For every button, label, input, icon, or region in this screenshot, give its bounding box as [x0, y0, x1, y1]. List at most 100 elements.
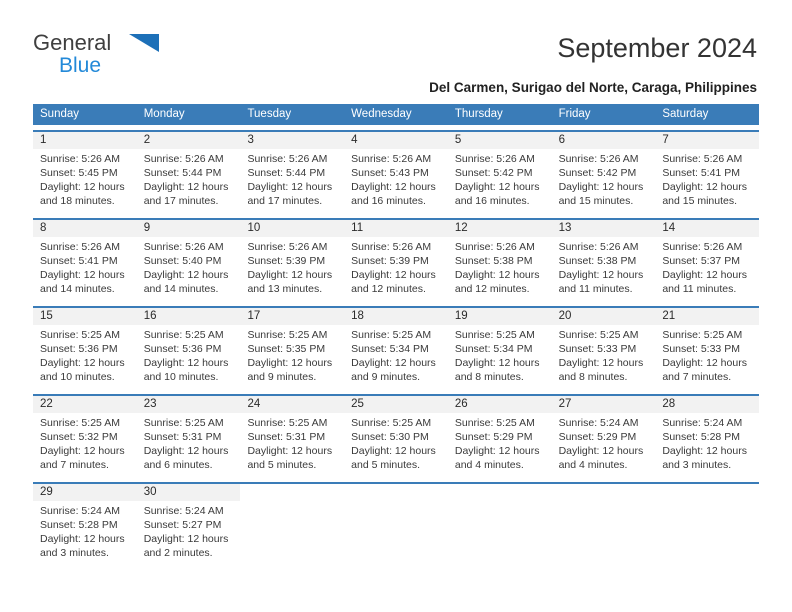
day-info: Sunrise: 5:26 AM Sunset: 5:41 PM Daylight:… [655, 149, 759, 208]
day-number: 26 [447, 396, 552, 413]
daylight-text-line2: and 3 minutes. [662, 459, 732, 471]
day-info: Sunrise: 5:25 AM Sunset: 5:31 PM Daylight:… [240, 413, 344, 472]
daylight-text-line1: Daylight: 12 hours [351, 181, 436, 193]
sunset-text: Sunset: 5:29 PM [558, 431, 637, 443]
sunrise-text: Sunrise: 5:26 AM [40, 241, 120, 253]
day-cell[interactable]: 24 Sunrise: 5:25 AM Sunset: 5:31 PM Dayligh… [240, 396, 345, 477]
day-number: 20 [551, 308, 656, 325]
sunset-text: Sunset: 5:30 PM [351, 431, 429, 443]
daylight-text-line1: Daylight: 12 hours [558, 357, 644, 369]
logo-generalblue[interactable]: General Blue [33, 32, 193, 80]
sunset-text: Sunset: 5:41 PM [662, 167, 740, 179]
day-cell[interactable]: 25 Sunrise: 5:25 AM Sunset: 5:30 PM Dayligh… [344, 396, 448, 477]
day-number: 14 [655, 220, 760, 237]
day-cell[interactable]: 19 Sunrise: 5:25 AM Sunset: 5:34 PM Dayligh… [447, 308, 552, 389]
sunset-text: Sunset: 5:38 PM [558, 255, 637, 267]
day-cell[interactable]: 11 Sunrise: 5:26 AM Sunset: 5:39 PM Dayligh… [344, 220, 448, 301]
daylight-text-line2: and 6 minutes. [143, 459, 213, 471]
day-cell[interactable]: 1 Sunrise: 5:26 AM Sunset: 5:45 PM Daylight… [33, 132, 137, 213]
sunset-text: Sunset: 5:36 PM [143, 343, 222, 355]
day-info: Sunrise: 5:26 AM Sunset: 5:42 PM Daylight:… [448, 149, 552, 208]
day-cell[interactable]: 4 Sunrise: 5:26 AM Sunset: 5:43 PM Daylight… [344, 132, 448, 213]
daylight-text-line1: Daylight: 12 hours [454, 445, 540, 457]
daylight-text-line2: and 16 minutes. [351, 195, 426, 207]
daylight-text-line2: and 12 minutes. [351, 283, 426, 295]
daylight-text-line2: and 10 minutes. [143, 371, 219, 383]
week-row: 1 Sunrise: 5:26 AM Sunset: 5:45 PM Daylight… [33, 130, 760, 213]
calendar-page: General Blue September 2024 Del Carmen, … [0, 0, 792, 612]
sunset-text: Sunset: 5:39 PM [247, 255, 326, 267]
day-cell[interactable]: 22 Sunrise: 5:25 AM Sunset: 5:32 PM Dayligh… [33, 396, 137, 477]
logo-text-blue: Blue [59, 54, 102, 77]
page-title: September 2024 [557, 33, 757, 63]
day-cell[interactable]: 20 Sunrise: 5:25 AM Sunset: 5:33 PM Dayligh… [551, 308, 656, 389]
sunrise-text: Sunrise: 5:24 AM [558, 417, 639, 429]
daylight-text-line1: Daylight: 12 hours [247, 445, 333, 457]
sunrise-text: Sunrise: 5:25 AM [247, 417, 328, 429]
day-cell[interactable]: 5 Sunrise: 5:26 AM Sunset: 5:42 PM Daylight… [447, 132, 552, 213]
sunrise-text: Sunrise: 5:26 AM [40, 153, 120, 165]
day-cell[interactable]: 15 Sunrise: 5:25 AM Sunset: 5:36 PM Dayligh… [33, 308, 137, 389]
day-cell[interactable]: 9 Sunrise: 5:26 AM Sunset: 5:40 PM Daylight… [136, 220, 241, 301]
day-number: 30 [136, 484, 241, 501]
day-cell[interactable]: 23 Sunrise: 5:25 AM Sunset: 5:31 PM Dayligh… [136, 396, 241, 477]
day-cell[interactable]: 2 Sunrise: 5:26 AM Sunset: 5:44 PM Daylight… [136, 132, 241, 213]
day-cell[interactable]: 17 Sunrise: 5:25 AM Sunset: 5:35 PM Dayligh… [240, 308, 345, 389]
daylight-text-line1: Daylight: 12 hours [558, 445, 644, 457]
day-info: Sunrise: 5:25 AM Sunset: 5:33 PM Daylight:… [552, 325, 656, 384]
day-cell[interactable]: 3 Sunrise: 5:26 AM Sunset: 5:44 PM Daylight… [240, 132, 345, 213]
daylight-text-line2: and 18 minutes. [40, 195, 115, 207]
sunset-text: Sunset: 5:45 PM [40, 167, 118, 179]
sunset-text: Sunset: 5:29 PM [454, 431, 533, 443]
day-cell[interactable]: 8 Sunrise: 5:26 AM Sunset: 5:41 PM Daylight… [33, 220, 137, 301]
daylight-text-line2: and 2 minutes. [143, 547, 213, 559]
weekday-header-sunday: Sunday [40, 108, 80, 120]
day-cell-empty [344, 484, 448, 565]
day-info: Sunrise: 5:25 AM Sunset: 5:36 PM Daylight:… [137, 325, 241, 384]
day-number: 15 [33, 308, 137, 325]
day-info: Sunrise: 5:26 AM Sunset: 5:45 PM Daylight:… [33, 149, 137, 208]
week-row: 8 Sunrise: 5:26 AM Sunset: 5:41 PM Daylight… [33, 218, 760, 301]
day-cell-empty [240, 484, 345, 565]
sunset-text: Sunset: 5:28 PM [40, 519, 118, 531]
sunrise-text: Sunrise: 5:26 AM [351, 241, 432, 253]
daylight-text-line1: Daylight: 12 hours [351, 445, 436, 457]
daylight-text-line2: and 4 minutes. [454, 459, 524, 471]
day-cell[interactable]: 26 Sunrise: 5:25 AM Sunset: 5:29 PM Dayligh… [447, 396, 552, 477]
day-cell[interactable]: 16 Sunrise: 5:25 AM Sunset: 5:36 PM Dayligh… [136, 308, 241, 389]
day-cell[interactable]: 29 Sunrise: 5:24 AM Sunset: 5:28 PM Dayligh… [33, 484, 137, 565]
day-number: 19 [447, 308, 552, 325]
daylight-text-line2: and 5 minutes. [247, 459, 317, 471]
day-cell[interactable]: 14 Sunrise: 5:26 AM Sunset: 5:37 PM Dayligh… [655, 220, 760, 301]
daylight-text-line1: Daylight: 12 hours [662, 269, 747, 281]
day-number: 9 [136, 220, 241, 237]
day-cell[interactable]: 28 Sunrise: 5:24 AM Sunset: 5:28 PM Dayligh… [655, 396, 760, 477]
day-cell[interactable]: 6 Sunrise: 5:26 AM Sunset: 5:42 PM Daylight… [551, 132, 656, 213]
day-cell[interactable]: 30 Sunrise: 5:24 AM Sunset: 5:27 PM Dayligh… [136, 484, 241, 565]
day-cell[interactable]: 18 Sunrise: 5:25 AM Sunset: 5:34 PM Dayligh… [344, 308, 448, 389]
day-cell[interactable]: 27 Sunrise: 5:24 AM Sunset: 5:29 PM Dayligh… [551, 396, 656, 477]
daylight-text-line2: and 5 minutes. [351, 459, 421, 471]
sunrise-text: Sunrise: 5:25 AM [558, 329, 639, 341]
day-number: 10 [240, 220, 345, 237]
daylight-text-line1: Daylight: 12 hours [143, 269, 229, 281]
weekday-header-thursday: Thursday [454, 108, 503, 120]
day-number: 18 [344, 308, 448, 325]
day-number: 29 [33, 484, 137, 501]
day-number: 24 [240, 396, 345, 413]
day-cell[interactable]: 7 Sunrise: 5:26 AM Sunset: 5:41 PM Daylight… [655, 132, 760, 213]
day-number: 12 [447, 220, 552, 237]
day-info: Sunrise: 5:25 AM Sunset: 5:33 PM Daylight:… [655, 325, 759, 384]
weekday-header-saturday: Saturday [662, 108, 709, 120]
day-cell[interactable]: 21 Sunrise: 5:25 AM Sunset: 5:33 PM Dayligh… [655, 308, 760, 389]
day-cell[interactable]: 13 Sunrise: 5:26 AM Sunset: 5:38 PM Dayligh… [551, 220, 656, 301]
day-cell[interactable]: 10 Sunrise: 5:26 AM Sunset: 5:39 PM Dayligh… [240, 220, 345, 301]
daylight-text-line1: Daylight: 12 hours [40, 269, 125, 281]
daylight-text-line2: and 12 minutes. [454, 283, 530, 295]
day-cell[interactable]: 12 Sunrise: 5:26 AM Sunset: 5:38 PM Dayligh… [447, 220, 552, 301]
day-number: 7 [655, 132, 760, 149]
day-info: Sunrise: 5:26 AM Sunset: 5:44 PM Daylight:… [137, 149, 241, 208]
logo-text-general: General [33, 30, 112, 55]
sunrise-text: Sunrise: 5:25 AM [143, 329, 224, 341]
sunrise-text: Sunrise: 5:26 AM [662, 241, 743, 253]
